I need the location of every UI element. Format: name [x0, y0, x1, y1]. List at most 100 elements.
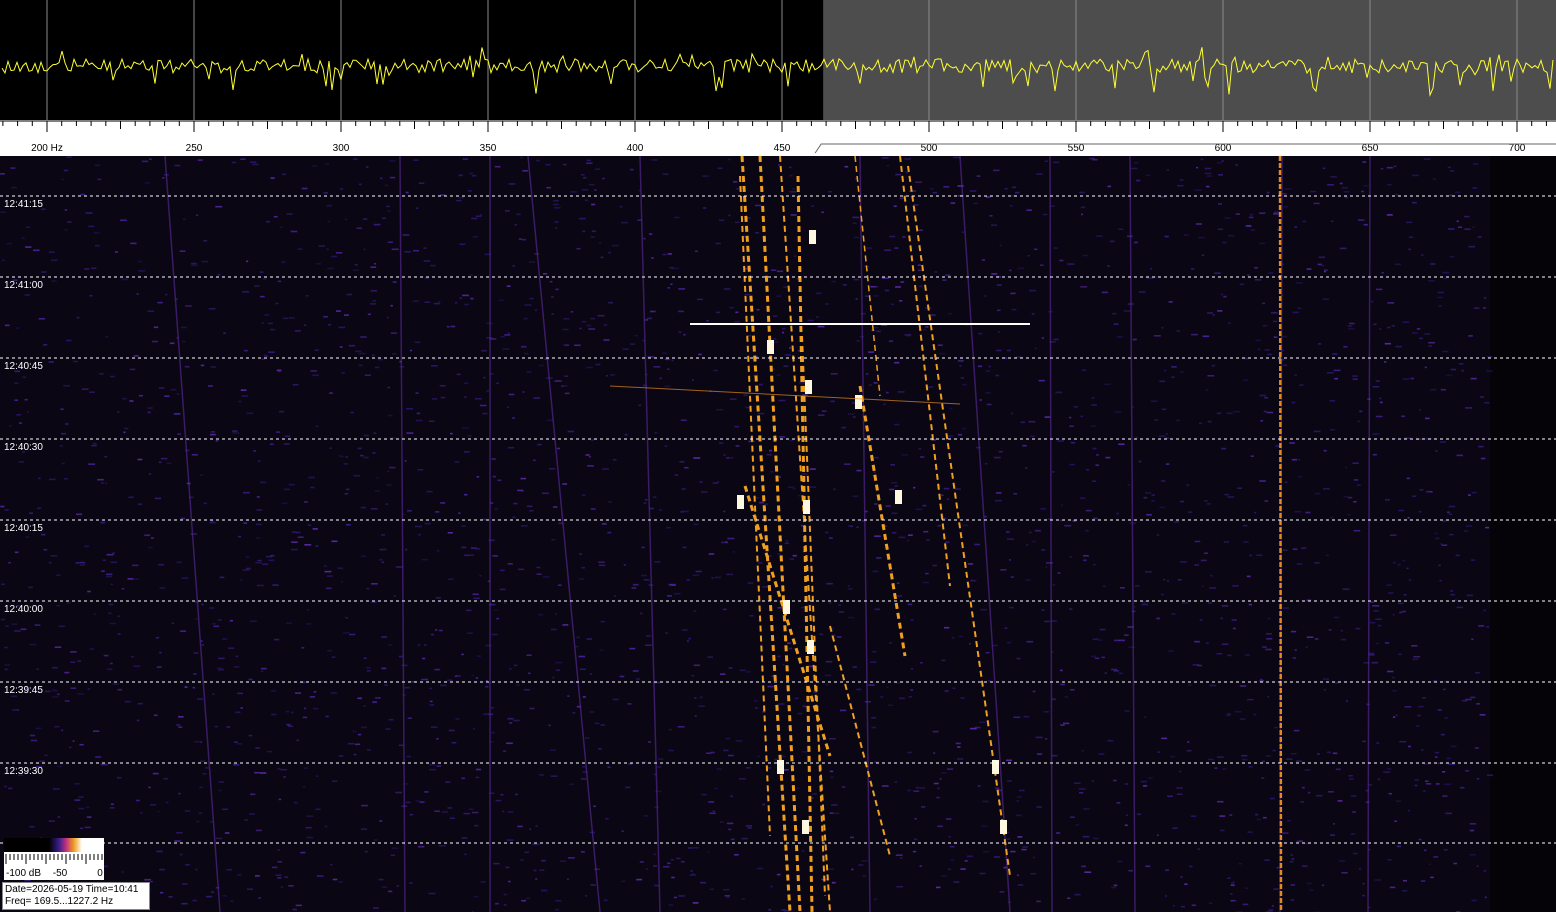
noise-speck [1186, 484, 1190, 486]
noise-speck [306, 623, 312, 625]
noise-speck [456, 373, 461, 376]
noise-speck [201, 603, 204, 606]
noise-speck [872, 570, 879, 573]
noise-speck [913, 790, 920, 792]
noise-speck [324, 825, 328, 828]
noise-speck [829, 812, 834, 814]
time-label: 12:41:15 [4, 199, 43, 210]
noise-speck [1472, 187, 1477, 189]
noise-speck [682, 510, 689, 513]
noise-speck [568, 857, 575, 859]
noise-speck [1075, 824, 1079, 826]
noise-speck [337, 567, 344, 569]
noise-speck [436, 550, 440, 552]
frequency-scale[interactable]: 200 Hz2503003504004505005506006507007508… [0, 120, 1556, 156]
noise-speck [1371, 661, 1379, 664]
noise-speck [144, 182, 150, 184]
signal-hotspot [802, 820, 809, 834]
noise-speck [1284, 481, 1288, 483]
noise-speck [8, 787, 13, 790]
faint-signal-trace [859, 156, 871, 912]
noise-speck [271, 866, 278, 869]
noise-speck [578, 578, 585, 580]
noise-speck [842, 786, 846, 788]
noise-speck [18, 461, 25, 463]
noise-speck [1332, 823, 1335, 825]
noise-speck [1118, 672, 1123, 675]
waterfall-display[interactable]: 12:41:15 12:41:00 12:40:45 12:40:30 12:40:15… [0, 156, 1556, 912]
noise-speck [375, 697, 381, 699]
noise-speck [542, 492, 549, 495]
noise-speck [1161, 737, 1168, 740]
noise-speck [475, 677, 478, 679]
noise-speck [622, 348, 629, 350]
noise-speck [1425, 417, 1430, 420]
noise-speck [874, 898, 877, 901]
noise-speck [1456, 606, 1463, 609]
noise-speck [1264, 500, 1269, 502]
noise-speck [1230, 884, 1235, 886]
noise-speck [1028, 420, 1036, 423]
noise-speck [1469, 829, 1475, 832]
noise-speck [521, 490, 524, 492]
noise-speck [1056, 832, 1061, 834]
noise-speck [1221, 293, 1223, 296]
noise-speck [955, 742, 961, 745]
noise-speck [1043, 711, 1049, 713]
noise-speck [1207, 375, 1215, 377]
noise-speck [1218, 174, 1223, 176]
noise-speck [1267, 617, 1271, 620]
noise-speck [985, 462, 988, 465]
noise-speck [793, 255, 797, 257]
noise-speck [302, 716, 308, 719]
noise-speck [226, 868, 233, 871]
noise-speck [555, 661, 563, 664]
noise-speck [200, 760, 205, 762]
noise-speck [1098, 753, 1105, 755]
noise-speck [569, 783, 574, 785]
noise-speck [1145, 492, 1152, 494]
noise-speck [379, 559, 383, 561]
noise-speck [597, 314, 605, 317]
noise-speck [433, 302, 440, 305]
noise-speck [429, 768, 436, 771]
noise-speck [548, 724, 551, 727]
noise-speck [218, 669, 225, 671]
noise-speck [1442, 795, 1448, 797]
noise-speck [1476, 703, 1481, 705]
noise-speck [715, 242, 721, 245]
noise-speck [521, 525, 528, 527]
noise-speck [1194, 640, 1200, 643]
noise-speck [1412, 658, 1419, 661]
noise-speck [404, 686, 410, 689]
noise-speck [757, 755, 760, 758]
noise-speck [419, 801, 424, 803]
noise-speck [387, 470, 390, 473]
noise-speck [881, 277, 889, 279]
noise-speck [679, 461, 685, 463]
noise-speck [533, 459, 536, 462]
noise-speck [624, 433, 628, 436]
noise-speck [1376, 288, 1383, 291]
noise-speck [1170, 755, 1176, 758]
noise-speck [1375, 380, 1380, 382]
noise-speck [950, 202, 956, 204]
noise-speck [1168, 650, 1174, 652]
noise-speck [1180, 371, 1184, 373]
noise-speck [0, 173, 5, 175]
noise-speck [959, 365, 962, 367]
noise-speck [1434, 751, 1440, 754]
noise-speck [1327, 751, 1331, 754]
noise-speck [782, 331, 785, 334]
noise-speck [1017, 884, 1024, 886]
noise-speck [957, 758, 964, 760]
noise-speck [792, 554, 797, 557]
noise-speck [1034, 529, 1041, 532]
legend-label: -100 dB [6, 868, 41, 879]
noise-speck [923, 328, 927, 331]
noise-speck [925, 326, 929, 328]
noise-speck [960, 697, 965, 699]
noise-speck [430, 264, 436, 267]
noise-speck [294, 330, 301, 332]
spectrum-display[interactable] [0, 0, 1556, 120]
